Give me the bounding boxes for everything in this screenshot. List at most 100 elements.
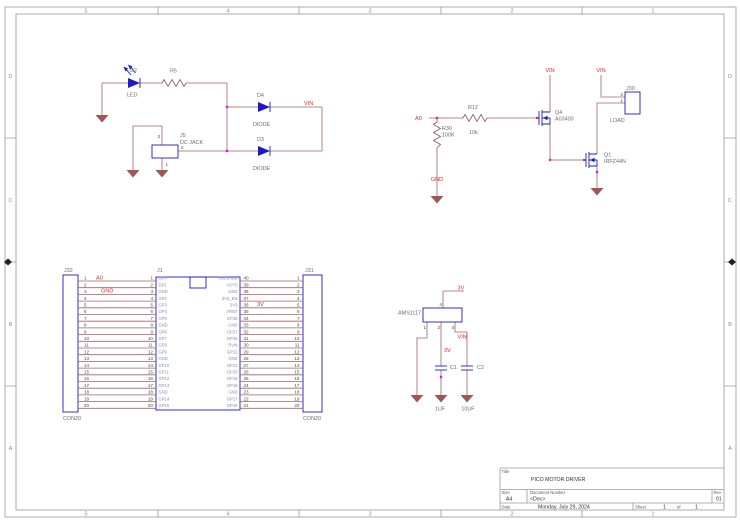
regulator-wires	[416, 290, 468, 395]
c1-ref: C1	[450, 365, 457, 371]
j1-right-pin-name: GP27	[227, 329, 238, 334]
j32-pin-number: 17	[84, 383, 90, 388]
j32-pin-number: 18	[84, 390, 90, 395]
j32-value: CON20	[63, 416, 81, 422]
j32-pin-number: 15	[84, 370, 90, 375]
zone-right-d: D	[728, 74, 732, 80]
sheet-number: 1	[663, 505, 666, 511]
j32-pin-number: 2	[84, 282, 87, 287]
vin-net-label-q4: VIN	[545, 68, 554, 74]
j31-pin-number: 10	[294, 336, 300, 341]
j1-left-pin-number: 5	[150, 303, 153, 308]
zone-top-3: 3	[369, 9, 372, 15]
j1-right-pin-number: 23	[244, 390, 250, 395]
j1-left-pin-name: GP3	[159, 303, 168, 308]
j31-pin-number: 5	[297, 303, 300, 308]
j31-pin-number: 8	[297, 323, 300, 328]
j1-left-pin-name: GP9	[159, 349, 168, 354]
a0-net-label: A0	[415, 116, 422, 122]
j1-left-pin-number: 12	[148, 349, 154, 354]
j1-right-pin-name: GP22	[227, 349, 238, 354]
j1-left-pin-number: 4	[150, 296, 153, 301]
ground-symbol	[126, 170, 140, 178]
pin-dot	[582, 158, 586, 162]
j1-right-pin-name: GP20	[227, 370, 238, 375]
j1-right-pin-number: 32	[244, 329, 250, 334]
sheet-border: 5 4 3 2 1 5 4 3 2 1 D C B A D C B A	[4, 6, 737, 518]
j1-right-pin-number: 40	[244, 276, 250, 281]
j1-left-pin-number: 10	[148, 336, 154, 341]
j31-pin-number: 18	[294, 390, 300, 395]
j1-left-pin-name: GP5	[159, 316, 168, 321]
rev-value: 01	[716, 497, 722, 503]
3v-net-label-mid: 3V	[444, 348, 451, 354]
j31-pin-number: 2	[297, 282, 300, 287]
j31-pin-number: 7	[297, 316, 300, 321]
j31-pin-number: 4	[297, 296, 300, 301]
junction-dot	[595, 170, 599, 174]
j1-right-pin-name: GP17	[227, 396, 238, 401]
j31-pin-number: 14	[294, 363, 300, 368]
j1-right-pin-name: VBUS-usb	[218, 276, 238, 281]
motor-driver-circuit: A0 R30 100K R12 10k GND VIN VIN Q4 A0340…	[415, 68, 641, 204]
j1-left-pin-name: GP12	[159, 376, 170, 381]
j30-pin1-number: 1	[620, 98, 623, 103]
outer-border	[4, 6, 737, 518]
r12-value: 10k	[469, 130, 478, 136]
zone-bottom-1: 1	[652, 512, 655, 518]
j1-left-pin-name: GP6	[159, 329, 168, 334]
3v-net-label: 3V	[257, 302, 264, 308]
r30-value: 100K	[442, 133, 455, 139]
zone-right-c: C	[728, 198, 732, 204]
j1-right-pin-number: 35	[244, 309, 250, 314]
zone-bottom-5: 5	[85, 512, 88, 518]
j31-pin-number: 17	[294, 383, 300, 388]
j1-left-pin-number: 8	[150, 323, 153, 328]
driver-wires	[429, 75, 625, 196]
j1-right-pin-name: 3V3	[230, 303, 238, 308]
zone-ticks	[5, 7, 736, 517]
j1-right-pin-number: 33	[244, 323, 250, 328]
j31-pin-number: 20	[294, 403, 300, 408]
ground-symbol	[430, 196, 444, 204]
j31-ref: J31	[305, 268, 314, 274]
zone-bottom-3: 3	[369, 512, 372, 518]
date-value: Monday, July 29, 2024	[538, 505, 590, 511]
zone-top-4: 4	[227, 9, 230, 15]
j1-left-pin-name: GP14	[159, 396, 170, 401]
j1-left-pin-name: GP0	[159, 276, 168, 281]
j1-left-pin-name: GP7	[159, 336, 168, 341]
regulator-pin4-number: 4	[439, 302, 442, 307]
j1-right-pin-name: GP19	[227, 376, 238, 381]
j32-pin-number: 16	[84, 376, 90, 381]
j1-right-pin-number: 27	[244, 363, 250, 368]
j1-left-pin-number: 3	[150, 289, 153, 294]
j1-left-pin-name: GP15	[159, 403, 170, 408]
j1-right-pin-number: 25	[244, 376, 250, 381]
j31-pin-number: 11	[295, 343, 300, 348]
j1-right-pin-number: 39	[244, 282, 250, 287]
ground-symbol	[434, 395, 448, 403]
j1-left-pin-number: 18	[148, 390, 154, 395]
d4-value: DIODE	[253, 122, 270, 128]
size-value: A4	[506, 497, 512, 503]
j1-right-pin-name: GP18	[227, 383, 238, 388]
j31-pin-number: 1	[297, 276, 300, 281]
j1-right-pin-name: GP21	[227, 363, 238, 368]
j32-pin-number: 1	[84, 276, 87, 281]
title-block: Title PICO MOTOR DRIVER Size A4 Document…	[499, 467, 724, 511]
j1-left-pin-name: GP2	[159, 296, 168, 301]
j1-right-pin-name: GP26	[227, 336, 238, 341]
j1-left-pin-number: 19	[148, 396, 154, 401]
j1-left-pin-name: GND	[159, 390, 168, 395]
ground-symbol	[460, 395, 474, 403]
zone-left-b: B	[9, 322, 13, 328]
regulator-pin3-number: 3	[451, 325, 454, 330]
j1-right-pin-number: 29	[244, 349, 250, 354]
j1-right-pin-number: 31	[244, 336, 250, 341]
mosfet-q1-symbol	[584, 152, 598, 168]
j31-value: CON20	[303, 416, 321, 422]
j31-pin-number: 16	[294, 376, 300, 381]
j1-right-pin-name: GP28	[227, 316, 238, 321]
j1-right-pin-name: VSYS	[226, 282, 237, 287]
